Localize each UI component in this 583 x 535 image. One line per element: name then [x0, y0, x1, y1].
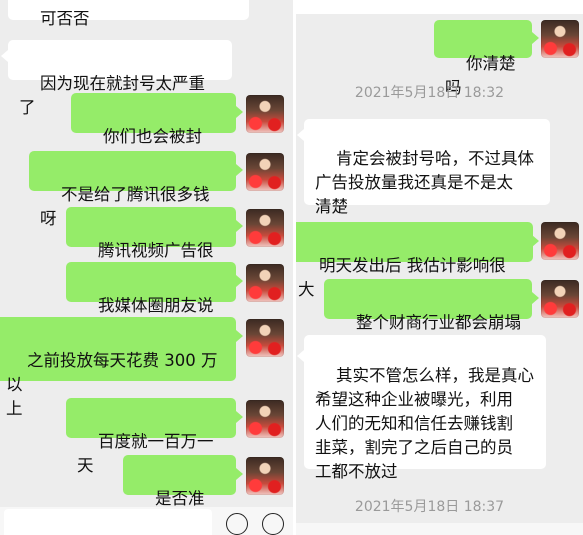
user-avatar-icon[interactable] — [246, 457, 284, 495]
bubble-tail — [236, 411, 243, 423]
user-avatar-icon[interactable] — [246, 153, 284, 191]
right-chat-pane: 你清楚吗 2021年5月18日 18:32 肯定会被封号哈，不过具体 广告投放量… — [296, 0, 583, 535]
bubble-tail — [532, 32, 539, 44]
message-text: 可否否 — [39, 9, 90, 28]
message-text: 整个财商行业都会崩塌 — [355, 313, 521, 332]
outgoing-message[interactable]: 我媒体圈朋友说了 — [66, 262, 236, 339]
bubble-tail — [297, 129, 304, 141]
user-avatar-icon[interactable] — [246, 264, 284, 302]
outgoing-message[interactable]: 是否准确? — [123, 455, 236, 532]
bubble-tail — [236, 330, 243, 342]
incoming-message[interactable]: 因为现在就封号太严重了 — [8, 40, 232, 117]
left-chat-pane: 可否否 因为现在就封号太严重了 你们也会被封号? 不是给了腾讯很多钱呀 腾讯视频… — [0, 0, 293, 535]
outgoing-message[interactable]: 整个财商行业都会崩塌 — [324, 279, 532, 332]
message-timestamp: 2021年5月18日 18:32 — [354, 85, 505, 101]
outgoing-message[interactable]: 不是给了腾讯很多钱呀 — [29, 151, 236, 228]
message-timestamp: 2021年5月18日 18:37 — [354, 499, 505, 515]
bubble-tail — [1, 50, 8, 62]
outgoing-message[interactable]: 你们也会被封号? — [71, 93, 236, 170]
user-avatar-icon[interactable] — [246, 209, 284, 247]
plus-icon[interactable] — [262, 513, 284, 535]
input-bar — [0, 507, 293, 535]
user-avatar-icon[interactable] — [246, 400, 284, 438]
bubble-tail — [236, 220, 243, 232]
emoji-icon[interactable] — [226, 513, 248, 535]
message-text: 其实不管怎么样，我是真心 希望这种企业被曝光，利用 人们的无知和信任去赚钱割 韭… — [315, 366, 534, 481]
outgoing-message[interactable]: 腾讯视频广告很多 — [66, 207, 236, 284]
user-avatar-icon[interactable] — [541, 280, 579, 318]
bubble-tail — [236, 164, 243, 176]
user-avatar-icon[interactable] — [246, 319, 284, 357]
user-avatar-icon[interactable] — [246, 95, 284, 133]
message-input[interactable] — [4, 509, 212, 535]
bubble-tail — [297, 350, 304, 362]
outgoing-message[interactable]: 明天发出后 我估计影响很大 — [296, 222, 533, 299]
user-avatar-icon[interactable] — [541, 20, 579, 58]
incoming-message[interactable]: 肯定会被封号哈，不过具体 广告投放量我还真是不是太 清楚 — [304, 119, 550, 216]
bubble-tail — [236, 106, 243, 118]
incoming-message[interactable]: 其实不管怎么样，我是真心 希望这种企业被曝光，利用 人们的无知和信任去赚钱割 韭… — [304, 335, 546, 481]
status-bar-strip — [296, 0, 583, 14]
bubble-tail — [236, 275, 243, 287]
user-avatar-icon[interactable] — [541, 222, 579, 260]
partial-incoming-message[interactable]: 可否否 — [8, 0, 249, 28]
bubble-tail — [236, 468, 243, 480]
message-text: 肯定会被封号哈，不过具体 广告投放量我还真是不是太 清楚 — [315, 149, 534, 216]
outgoing-message[interactable]: 百度就一百万一天 — [66, 398, 236, 475]
input-bar — [296, 523, 583, 535]
outgoing-message[interactable]: 你清楚吗 — [434, 20, 532, 97]
outgoing-message[interactable]: 之前投放每天花费 300 万以 上 — [0, 317, 236, 418]
bubble-tail — [532, 292, 539, 304]
bubble-tail — [532, 235, 539, 247]
